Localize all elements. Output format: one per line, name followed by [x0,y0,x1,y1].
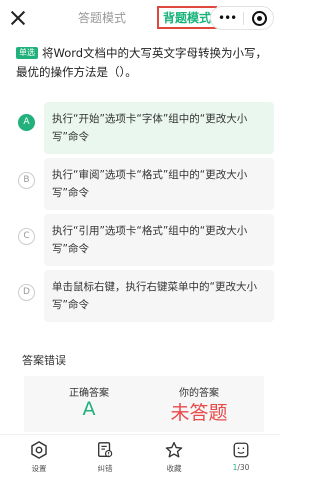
your-answer-label: 你的答案 [179,388,219,399]
settings-button[interactable]: 设置 [14,441,64,474]
correct-answer-value: A [82,398,96,420]
option-letter: D [18,284,35,301]
report-error-label: 纠错 [97,464,113,473]
top-bar: 答题模式 背题模式 ••• [0,0,280,36]
miniprogram-capsule: ••• [210,6,274,30]
star-icon [165,441,183,458]
option-letter: A [18,114,35,131]
report-error-button[interactable]: 纠错 [80,441,130,474]
close-icon[interactable] [8,8,28,28]
result-title: 答案错误 [22,354,66,367]
report-error-icon [98,442,113,458]
bottom-toolbar: 设置 纠错 收藏 1/30 [0,434,280,480]
exit-target-icon[interactable] [252,11,267,26]
face-card-icon [233,442,249,458]
question-stem: 单选 将Word文档中的大写英文字母转换为小写，最优的操作方法是（）。 [16,44,272,82]
question-type-badge: 单选 [16,47,38,59]
answer-compare-table: 正确答案 A 你的答案 未答题 [24,376,264,432]
question-text: 将Word文档中的大写英文字母转换为小写，最优的操作方法是（）。 [16,46,268,79]
option-text: 执行“引用”选项卡“格式”组中的“更改大小写”命令 [44,214,274,266]
more-icon[interactable]: ••• [218,11,237,25]
settings-label: 设置 [31,464,47,473]
answer-result-panel: 答案错误 正确答案 A 你的答案 未答题 [12,342,268,434]
tab-answer-mode[interactable]: 答题模式 [78,9,126,26]
question-card-button[interactable]: 1/30 [216,441,266,472]
correct-answer-label: 正确答案 [69,388,109,399]
settings-icon [31,441,47,459]
option-letter: B [18,172,35,189]
option-text: 执行“审阅”选项卡“格式”组中的“更改大小写”命令 [44,158,274,210]
progress-total: /30 [237,463,250,472]
option-text: 执行“开始”选项卡“字体”组中的“更改大小写”命令 [44,102,274,154]
option-text: 单击鼠标右键，执行右键菜单中的“更改大小写”命令 [44,270,274,322]
option-letter: C [18,228,35,245]
favorite-button[interactable]: 收藏 [149,441,199,474]
capsule-divider [243,12,244,25]
tab-recite-mode[interactable]: 背题模式 [157,6,218,29]
favorite-label: 收藏 [166,464,182,473]
your-answer-value: 未答题 [170,402,228,424]
progress-counter: 1/30 [216,463,266,472]
